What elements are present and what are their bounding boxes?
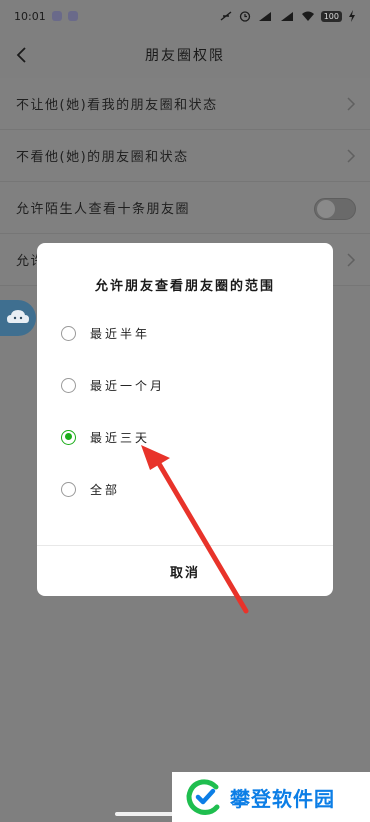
- battery-indicator: 100: [320, 10, 342, 22]
- cloud-face-icon: [7, 310, 29, 323]
- option-one-month[interactable]: 最近一个月: [61, 373, 301, 397]
- shield-notification-icon: [67, 11, 78, 21]
- radio-button[interactable]: [61, 377, 76, 393]
- app-notification-icon: [51, 11, 62, 21]
- charging-icon: [349, 10, 355, 22]
- cancel-button[interactable]: 取消: [37, 546, 333, 596]
- setting-label: 不让他(她)看我的朋友圈和状态: [16, 98, 218, 113]
- signal-2-icon: [280, 12, 293, 21]
- chevron-right-icon: [347, 253, 356, 267]
- setting-stranger-ten-posts: 允许陌生人查看十条朋友圈: [0, 182, 370, 234]
- setting-hide-my-moments[interactable]: 不让他(她)看我的朋友圈和状态: [0, 78, 370, 130]
- site-watermark: 攀登软件园: [172, 772, 370, 822]
- visibility-range-dialog: 允许朋友查看朋友圈的范围 最近半年 最近一个月 最近三天 全部 取消: [37, 243, 333, 596]
- radio-button[interactable]: [61, 481, 76, 497]
- option-label: 全部: [90, 482, 121, 497]
- option-label: 最近一个月: [90, 378, 166, 393]
- option-label: 最近三天: [90, 430, 151, 445]
- setting-hide-their-moments[interactable]: 不看他(她)的朋友圈和状态: [0, 130, 370, 182]
- toggle-knob: [317, 200, 335, 218]
- status-time: 10:01: [14, 9, 46, 23]
- radio-button-selected[interactable]: [61, 429, 76, 445]
- status-bar: 10:01 100: [0, 0, 370, 32]
- chevron-right-icon: [347, 97, 356, 111]
- page-title: 朋友圈权限: [145, 48, 225, 64]
- silent-icon: [220, 11, 232, 21]
- floating-assistant-button[interactable]: [0, 300, 36, 336]
- option-half-year[interactable]: 最近半年: [61, 321, 301, 345]
- wifi-icon: [301, 11, 314, 21]
- option-label: 最近半年: [90, 326, 151, 341]
- status-icons: 100: [219, 10, 356, 22]
- setting-label: 不看他(她)的朋友圈和状态: [16, 150, 189, 165]
- option-three-days[interactable]: 最近三天: [61, 425, 301, 449]
- back-arrow-icon[interactable]: [10, 42, 36, 68]
- stranger-view-toggle[interactable]: [314, 198, 356, 220]
- nav-bar: 朋友圈权限: [0, 32, 370, 78]
- setting-label: 允许陌生人查看十条朋友圈: [16, 202, 191, 217]
- signal-icon: [258, 12, 271, 21]
- option-all[interactable]: 全部: [61, 477, 301, 501]
- alarm-icon: [239, 11, 250, 22]
- dialog-title: 允许朋友查看朋友圈的范围: [94, 279, 275, 294]
- chevron-right-icon: [347, 149, 356, 163]
- watermark-logo-icon: [186, 779, 220, 815]
- radio-button[interactable]: [61, 325, 76, 341]
- watermark-text: 攀登软件园: [230, 786, 335, 811]
